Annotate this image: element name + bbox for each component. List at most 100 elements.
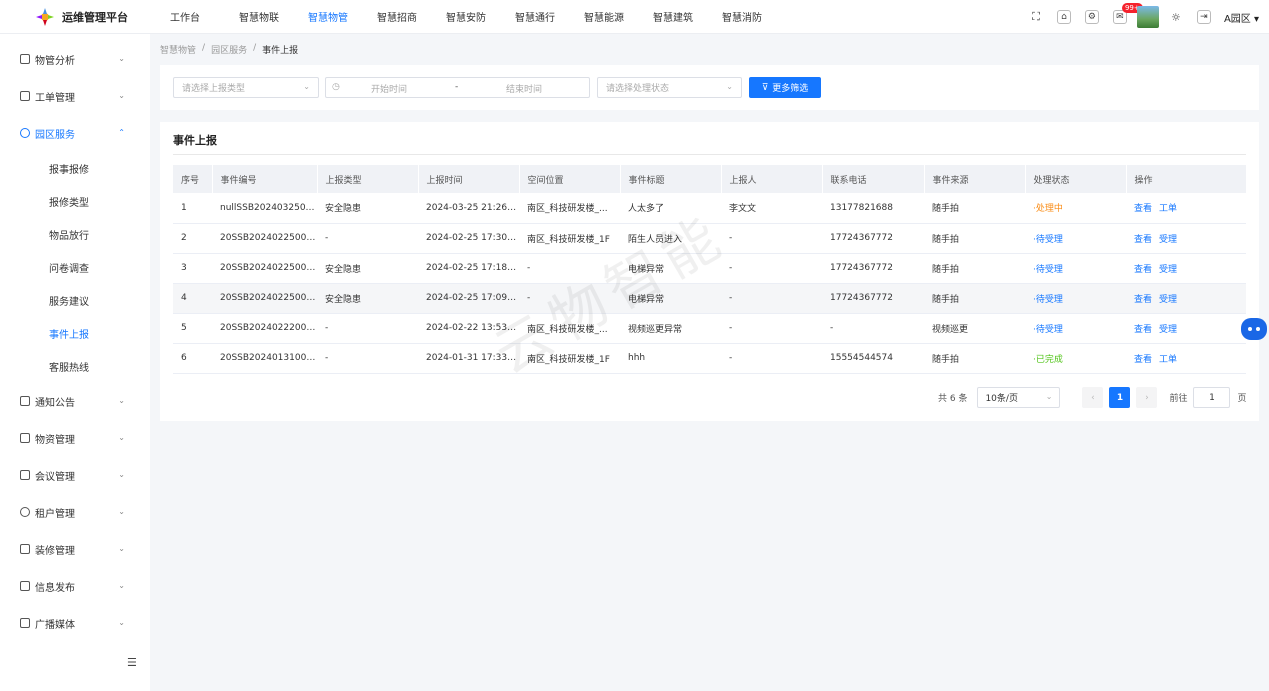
publish-icon [20,581,30,591]
workorder-link[interactable]: 工单 [1159,355,1177,365]
breadcrumb-item[interactable]: 园区服务 [211,43,247,56]
accept-link[interactable]: 受理 [1159,295,1177,305]
col-header-location: 空间位置 [519,165,621,193]
sidebar-item-materials[interactable]: 物资管理 ⌄ [0,428,150,448]
status-badge: ·待受理 [1033,234,1063,245]
nav-iot[interactable]: 智慧物联 [239,9,308,24]
chevron-down-icon: ⌄ [118,581,125,590]
pagination: 共 6 条 10条/页 ⌄ ‹ 1 › 前往 1 页 [938,387,1246,408]
top-right-tools: ⛶ ⌂ ⚙ ✉ 99+ ☼ ⇥ A园区 ▾ [1022,0,1259,34]
col-header-reporter: 上报人 [721,165,823,193]
status-select[interactable]: 请选择处理状态 ⌄ [597,77,742,98]
sidebar-item-decoration[interactable]: 装修管理 ⌄ [0,539,150,559]
breadcrumb-item[interactable]: 智慧物管 [160,43,196,56]
col-header-time: 上报时间 [418,165,520,193]
page-unit-label: 页 [1237,394,1247,404]
clock-icon: ◷ [332,82,340,92]
start-time-input[interactable]: 开始时间 [371,82,407,95]
mail-icon[interactable]: ✉ 99+ [1106,0,1143,34]
clipboard-icon [20,91,30,101]
logout-icon[interactable]: ⇥ [1190,0,1218,34]
sidebar: 物管分析 ⌄ 工单管理 ⌄ 园区服务 ⌃ 报事报修 报修类型 物品放行 问卷调查 服务… [0,34,150,691]
nav-building[interactable]: 智慧建筑 [653,9,722,24]
collapse-sidebar-icon[interactable]: ☰ [127,656,137,669]
end-time-input[interactable]: 结束时间 [506,82,542,95]
nav-investment[interactable]: 智慧招商 [377,9,446,24]
sidebar-item-workorder[interactable]: 工单管理 ⌄ [0,86,150,106]
megaphone-icon [20,396,30,406]
date-range-picker[interactable]: ◷ 开始时间 - 结束时间 [325,77,590,98]
chevron-down-icon: ⌄ [118,470,125,479]
page-size-select[interactable]: 10条/页 ⌄ [977,387,1061,408]
next-page-button[interactable]: › [1136,387,1158,408]
nav-fire[interactable]: 智慧消防 [722,9,791,24]
assistant-robot-icon[interactable] [1241,318,1267,340]
status-badge: ·待受理 [1033,294,1063,305]
card-title: 事件上报 [173,134,217,147]
app-title: 运维管理平台 [62,10,128,24]
logo-icon [36,7,54,26]
col-header-code: 事件编号 [212,165,318,193]
col-header-phone: 联系电话 [822,165,925,193]
sidebar-sub-event-report[interactable]: 事件上报 [0,323,150,343]
table-row: 4 20SSB202402250001 安全隐患 2024-02-25 17:0… [173,283,1246,313]
sidebar-item-tenant[interactable]: 租户管理 ⌄ [0,502,150,522]
accept-link[interactable]: 受理 [1159,265,1177,275]
breadcrumb-current: 事件上报 [262,46,299,56]
view-link[interactable]: 查看 [1134,295,1152,305]
sidebar-sub-hotline[interactable]: 客服热线 [0,356,150,376]
breadcrumb: 智慧物管 / 园区服务 / 事件上报 [160,43,304,56]
sidebar-item-publish[interactable]: 信息发布 ⌄ [0,576,150,596]
sidebar-item-park-service[interactable]: 园区服务 ⌃ [0,123,150,143]
chart-icon [20,54,30,64]
table-row: 3 20SSB202402250002 安全隐患 2024-02-25 17:1… [173,253,1246,283]
report-type-select[interactable]: 请选择上报类型 ⌄ [173,77,319,98]
sidebar-sub-survey[interactable]: 问卷调查 [0,257,150,277]
meeting-icon [20,470,30,480]
sidebar-item-analysis[interactable]: 物管分析 ⌄ [0,49,150,69]
sidebar-sub-item-release[interactable]: 物品放行 [0,224,150,244]
nav-access[interactable]: 智慧通行 [515,9,584,24]
goto-page-input[interactable]: 1 [1193,387,1231,408]
prev-page-button[interactable]: ‹ [1082,387,1104,408]
view-link[interactable]: 查看 [1134,355,1152,365]
roller-icon [20,544,30,554]
col-header-type: 上报类型 [317,165,419,193]
nav-energy[interactable]: 智慧能源 [584,9,653,24]
theme-icon[interactable]: ☼ [1162,0,1190,34]
nav-workbench[interactable]: 工作台 [170,9,239,24]
sidebar-sub-repair-type[interactable]: 报修类型 [0,191,150,211]
divider [173,154,1246,155]
chevron-down-icon: ⌄ [303,82,310,91]
sidebar-item-broadcast[interactable]: 广播媒体 ⌄ [0,613,150,633]
page-1-button[interactable]: 1 [1109,387,1131,408]
region-selector[interactable]: A园区 ▾ [1224,10,1259,25]
sidebar-sub-suggestion[interactable]: 服务建议 [0,290,150,310]
avatar[interactable] [1134,0,1162,34]
accept-link[interactable]: 受理 [1159,235,1177,245]
view-link[interactable]: 查看 [1134,265,1152,275]
nav-property[interactable]: 智慧物管 [308,9,377,24]
sidebar-sub-repair[interactable]: 报事报修 [0,158,150,178]
filter-bar: 请选择上报类型 ⌄ ◷ 开始时间 - 结束时间 请选择处理状态 ⌄ ⊽ 更多筛选 [160,65,1259,110]
col-header-actions: 操作 [1126,165,1247,193]
table-row: 2 20SSB202402250003 - 2024-02-25 17:30:4… [173,223,1246,253]
users-icon [20,507,30,517]
table-header-row: 序号 事件编号 上报类型 上报时间 空间位置 事件标题 上报人 联系电话 事件来… [173,165,1247,193]
chevron-down-icon: ⌄ [118,54,125,63]
chevron-down-icon: ⌄ [118,396,125,405]
app-logo[interactable]: 运维管理平台 [0,7,160,26]
fullscreen-icon[interactable]: ⛶ [1022,0,1050,34]
view-link[interactable]: 查看 [1134,204,1152,214]
workorder-link[interactable]: 工单 [1159,204,1177,214]
sidebar-item-meeting[interactable]: 会议管理 ⌄ [0,465,150,485]
accept-link[interactable]: 受理 [1159,325,1177,335]
sidebar-item-notice[interactable]: 通知公告 ⌄ [0,391,150,411]
chevron-down-icon: ⌄ [118,544,125,553]
home-icon[interactable]: ⌂ [1050,0,1078,34]
view-link[interactable]: 查看 [1134,325,1152,335]
more-filter-button[interactable]: ⊽ 更多筛选 [749,77,821,98]
nav-security[interactable]: 智慧安防 [446,9,515,24]
settings-icon[interactable]: ⚙ [1078,0,1106,34]
view-link[interactable]: 查看 [1134,235,1152,245]
